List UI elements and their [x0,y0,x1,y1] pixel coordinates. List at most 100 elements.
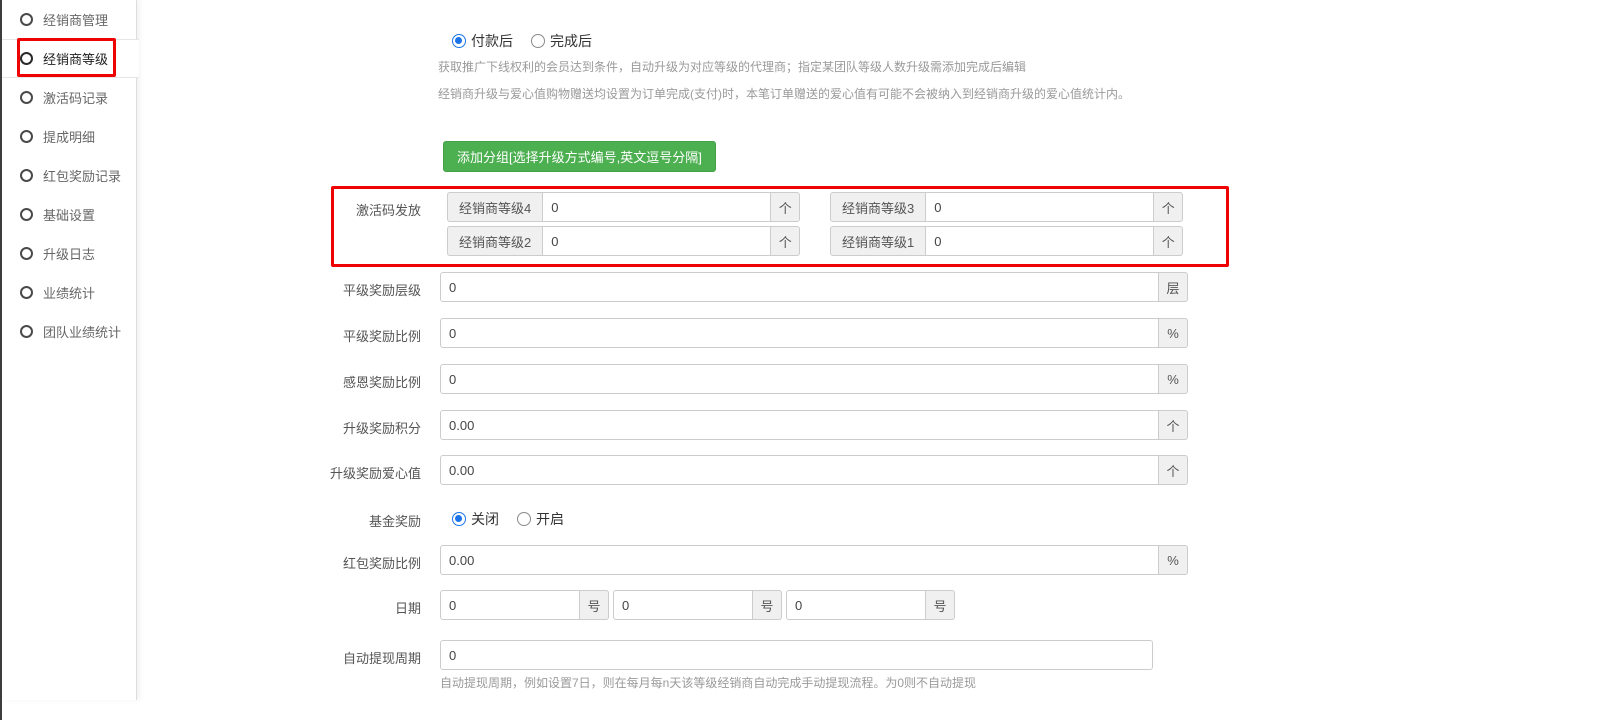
unit-addon: 个 [770,226,800,256]
circle-icon [20,247,33,260]
radio-after-payment[interactable]: 付款后 [452,31,513,51]
same-level-reward-ratio-input[interactable] [440,318,1159,348]
sidebar-item-label: 提成明细 [43,127,95,146]
sidebar-item-label: 基础设置 [43,205,95,224]
field-row: % [440,318,1188,348]
same-level-reward-layers-input[interactable] [440,272,1159,302]
sidebar-item-label: 升级日志 [43,244,95,263]
auto-withdraw-hint: 自动提现周期，例如设置7日，则在每月每n天该等级经销商自动完成手动提现流程。为0… [440,674,976,691]
radio-label: 开启 [536,509,564,529]
activation-level2-input[interactable] [542,226,771,256]
upgrade-reward-love-value-input[interactable] [440,455,1159,485]
upgrade-hint-1: 获取推广下线权利的会员达到条件，自动升级为对应等级的代理商；指定某团队等级人数升… [438,58,1026,75]
group-prefix-label: 经销商等级1 [830,226,926,256]
unit-addon: 个 [1153,226,1183,256]
date-input-1[interactable] [440,590,580,620]
radio-unselected-icon[interactable] [531,34,545,48]
upgrade-reward-points-input[interactable] [440,410,1159,440]
sidebar-item-dealer-level[interactable]: 经销商等级 [2,39,139,78]
unit-addon: 个 [770,192,800,222]
circle-icon [20,286,33,299]
sidebar-item-performance-stats[interactable]: 业绩统计 [2,273,136,312]
field-label-auto-withdraw-cycle: 自动提现周期 [240,648,421,667]
circle-icon [20,91,33,104]
sidebar-item-activation-code-records[interactable]: 激活码记录 [2,78,136,117]
group-prefix-label: 经销商等级3 [830,192,926,222]
activation-group-level1: 经销商等级1 个 [830,226,1183,256]
radio-after-completion[interactable]: 完成后 [531,31,592,51]
field-label-upgrade-reward-points: 升级奖励积分 [240,418,421,437]
field-label-redpacket-reward-ratio: 红包奖励比例 [240,553,421,572]
circle-icon [20,208,33,221]
sidebar-item-redpacket-reward-records[interactable]: 红包奖励记录 [2,156,136,195]
date-field-row: 号 号 号 [440,590,955,620]
add-group-button[interactable]: 添加分组[选择升级方式编号,英文逗号分隔] [443,141,716,172]
sidebar-item-label: 经销商等级 [43,49,108,68]
sidebar-item-upgrade-log[interactable]: 升级日志 [2,234,136,273]
field-label-fund-reward: 基金奖励 [240,511,421,530]
circle-icon [20,130,33,143]
activation-group-level2: 经销商等级2 个 [447,226,800,256]
field-row: 个 [440,455,1188,485]
group-prefix-label: 经销商等级4 [447,192,543,222]
percent-addon: % [1158,364,1188,394]
unit-addon: 个 [1153,192,1183,222]
sidebar-item-commission-details[interactable]: 提成明细 [2,117,136,156]
sidebar-item-label: 团队业绩统计 [43,322,121,341]
radio-label: 付款后 [471,31,513,51]
sidebar-item-label: 激活码记录 [43,88,108,107]
radio-selected-icon[interactable] [452,512,466,526]
radio-selected-icon[interactable] [452,34,466,48]
radio-fund-off[interactable]: 关闭 [452,509,499,529]
upgrade-hint-2: 经销商升级与爱心值购物赠送均设置为订单完成(支付)时，本笔订单赠送的爱心值有可能… [438,85,1130,102]
sidebar-item-basic-settings[interactable]: 基础设置 [2,195,136,234]
field-row [440,640,1153,670]
activation-level1-input[interactable] [925,226,1154,256]
field-label-upgrade-reward-love-value: 升级奖励爱心值 [240,463,421,482]
field-row: % [440,545,1188,575]
unit-addon: 个 [1158,410,1188,440]
unit-addon: 个 [1158,455,1188,485]
radio-label: 完成后 [550,31,592,51]
sidebar-item-label: 业绩统计 [43,283,95,302]
gratitude-reward-ratio-input[interactable] [440,364,1159,394]
day-addon: 号 [579,590,609,620]
radio-unselected-icon[interactable] [517,512,531,526]
sidebar: 经销商管理 经销商等级 激活码记录 提成明细 红包奖励记录 基础设置 升级日志 [2,0,137,700]
group-prefix-label: 经销商等级2 [447,226,543,256]
circle-icon [20,169,33,182]
activation-group-level3: 经销商等级3 个 [830,192,1183,222]
sidebar-item-label: 经销商管理 [43,10,108,29]
radio-label: 关闭 [471,509,499,529]
sidebar-item-label: 红包奖励记录 [43,166,121,185]
field-label-date: 日期 [240,598,421,617]
field-label-same-level-reward-ratio: 平级奖励比例 [240,326,421,345]
date-input-2[interactable] [613,590,753,620]
field-row: 层 [440,272,1188,302]
circle-icon [20,13,33,26]
activation-level3-input[interactable] [925,192,1154,222]
unit-addon: 层 [1158,272,1188,302]
field-row: 个 [440,410,1188,440]
upgrade-timing-radio-group: 付款后 完成后 [452,31,610,51]
radio-fund-on[interactable]: 开启 [517,509,564,529]
activation-level4-input[interactable] [542,192,771,222]
sidebar-item-dealer-management[interactable]: 经销商管理 [2,0,136,39]
day-addon: 号 [752,590,782,620]
circle-icon [20,52,33,65]
sidebar-item-team-performance-stats[interactable]: 团队业绩统计 [2,312,136,351]
percent-addon: % [1158,545,1188,575]
percent-addon: % [1158,318,1188,348]
day-addon: 号 [925,590,955,620]
date-input-3[interactable] [786,590,926,620]
redpacket-reward-ratio-input[interactable] [440,545,1159,575]
page: 经销商管理 经销商等级 激活码记录 提成明细 红包奖励记录 基础设置 升级日志 [0,0,1624,720]
field-label-same-level-reward-layers: 平级奖励层级 [240,280,421,299]
circle-icon [20,325,33,338]
fund-reward-radio-group: 关闭 开启 [452,509,582,529]
field-row: % [440,364,1188,394]
auto-withdraw-cycle-input[interactable] [440,640,1153,670]
activation-group-level4: 经销商等级4 个 [447,192,800,222]
activation-section-label: 激活码发放 [240,200,421,219]
field-label-gratitude-reward-ratio: 感恩奖励比例 [240,372,421,391]
